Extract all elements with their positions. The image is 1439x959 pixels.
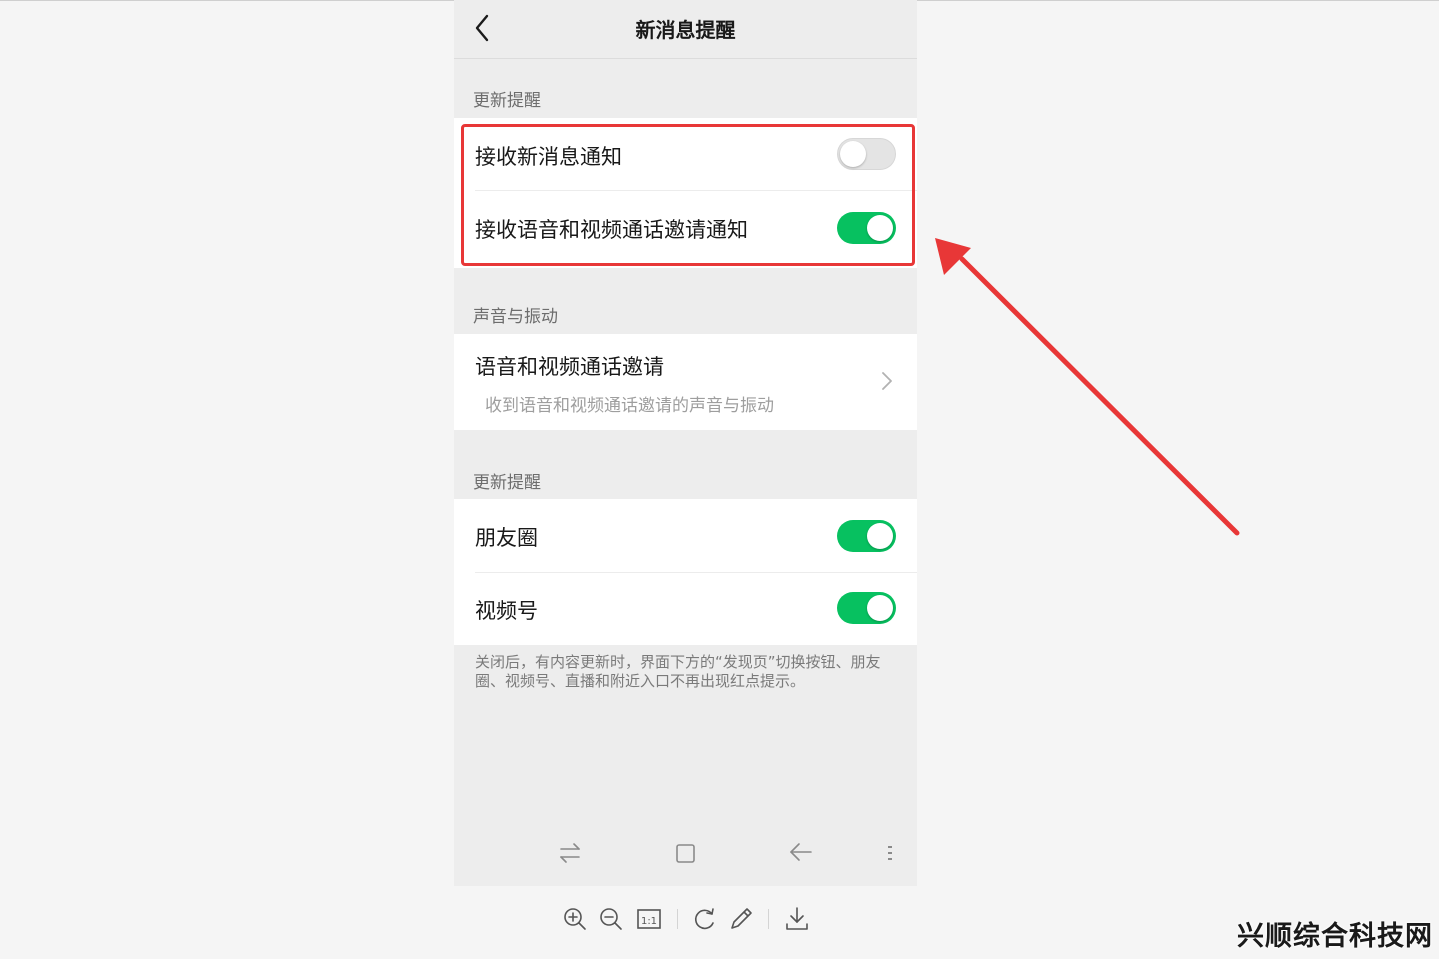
row-label: 朋友圈 xyxy=(475,526,538,550)
phone-screen: 新消息提醒 更新提醒 接收新消息通知 接收语音和视频通话邀请通知 声音与振动 语… xyxy=(454,0,917,886)
rotate-icon[interactable] xyxy=(690,903,720,935)
system-nav-bar xyxy=(454,820,917,886)
channels-toggle[interactable] xyxy=(837,592,896,624)
header-bar: 新消息提醒 xyxy=(454,0,917,59)
row-label: 视频号 xyxy=(475,599,538,623)
call-invite-toggle[interactable] xyxy=(837,212,896,244)
row-label: 接收新消息通知 xyxy=(475,145,622,169)
row-new-message[interactable]: 接收新消息通知 xyxy=(454,118,917,191)
download-icon[interactable] xyxy=(782,903,812,935)
zoom-out-icon[interactable] xyxy=(596,903,626,935)
switch-icon[interactable] xyxy=(555,838,585,868)
section-label-sound: 声音与振动 xyxy=(473,307,558,327)
row-channels[interactable]: 视频号 xyxy=(454,572,917,645)
section-label-update: 更新提醒 xyxy=(473,473,541,493)
update-group: 朋友圈 视频号 xyxy=(454,499,917,645)
new-message-toggle[interactable] xyxy=(837,138,896,170)
row-call-invite[interactable]: 接收语音和视频通话邀请通知 xyxy=(454,191,917,268)
toggle-knob xyxy=(867,523,893,549)
edit-icon[interactable] xyxy=(726,903,756,935)
row-label: 接收语音和视频通话邀请通知 xyxy=(475,218,748,242)
toggle-knob xyxy=(840,141,866,167)
toolbar-separator xyxy=(768,909,769,929)
row-title: 语音和视频通话邀请 xyxy=(475,355,664,379)
row-call-sound[interactable]: 语音和视频通话邀请 收到语音和视频通话邀请的声音与振动 xyxy=(454,334,917,430)
toolbar-separator xyxy=(677,909,678,929)
row-subtitle: 收到语音和视频通话邀请的声音与振动 xyxy=(485,396,774,416)
toggle-knob xyxy=(867,595,893,621)
actual-size-icon[interactable]: 1:1 xyxy=(634,903,664,935)
back-arrow-icon[interactable] xyxy=(786,838,816,868)
menu-icon[interactable] xyxy=(875,838,905,868)
page-title: 新消息提醒 xyxy=(635,18,736,42)
chevron-right-icon xyxy=(882,372,892,390)
row-moments[interactable]: 朋友圈 xyxy=(454,499,917,572)
toggle-knob xyxy=(867,215,893,241)
footnote: 关闭后，有内容更新时，界面下方的“发现页”切换按钮、朋友圈、视频号、直播和附近入… xyxy=(475,653,881,690)
notify-group: 接收新消息通知 接收语音和视频通话邀请通知 xyxy=(454,118,917,268)
sound-group: 语音和视频通话邀请 收到语音和视频通话邀请的声音与振动 xyxy=(454,334,917,430)
section-label-notify: 更新提醒 xyxy=(473,91,541,111)
zoom-in-icon[interactable] xyxy=(560,903,590,935)
actual-size-label: 1:1 xyxy=(641,916,657,927)
home-square-icon[interactable] xyxy=(670,838,700,868)
watermark-text: 兴顺综合科技网 xyxy=(1237,921,1433,952)
moments-toggle[interactable] xyxy=(837,520,896,552)
